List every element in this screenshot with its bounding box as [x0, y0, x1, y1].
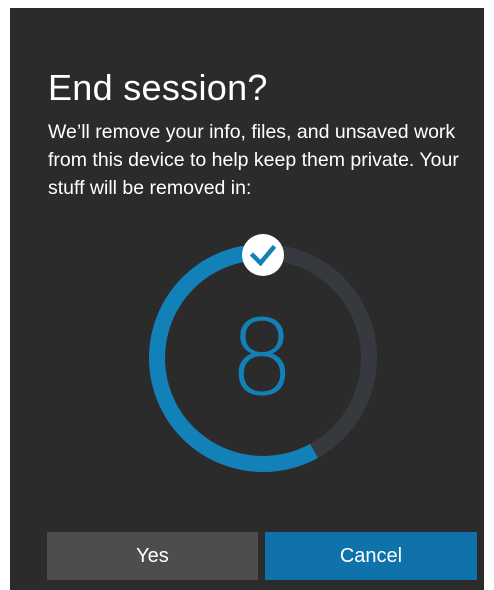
dialog-title: End session? — [48, 67, 268, 108]
dialog-message: We’ll remove your info, files, and unsav… — [48, 121, 459, 199]
cancel-button[interactable]: Cancel — [265, 532, 477, 580]
end-session-dialog: End session? We’ll remove your info, fil… — [10, 8, 484, 590]
countdown-timer: 8 — [147, 234, 387, 486]
dialog-buttons: Yes Cancel — [47, 532, 479, 580]
countdown-seconds: 8 — [228, 297, 296, 419]
checkmark-icon — [249, 244, 277, 267]
yes-button[interactable]: Yes — [47, 532, 258, 580]
checkmark-badge — [242, 234, 284, 276]
